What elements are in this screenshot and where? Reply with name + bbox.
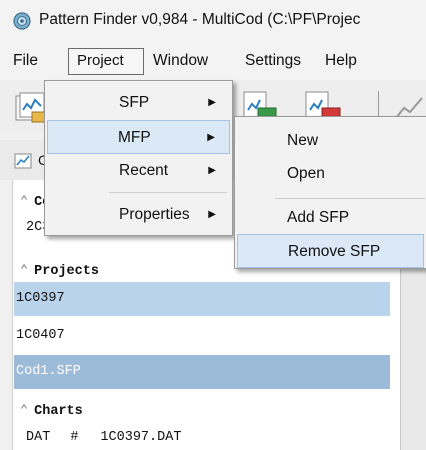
menu-item-label: Recent — [119, 162, 169, 179]
menu-project[interactable]: Project — [68, 48, 144, 75]
projects-section-header[interactable]: ⌃ Projects — [20, 262, 99, 279]
chart-row[interactable]: DAT #1C0397.DAT — [26, 430, 181, 445]
menu-separator — [275, 198, 425, 199]
collapse-chevron-icon[interactable]: ⌃ — [20, 195, 28, 210]
project-row[interactable]: 1C0397 — [14, 282, 390, 316]
submenu-arrow-icon: ▶ — [208, 165, 216, 176]
menu-item-label: MFP — [118, 129, 151, 146]
project-row-label: 1C0397 — [16, 291, 65, 306]
menu-project-label: Project — [77, 52, 124, 69]
chart-type: DAT — [26, 430, 51, 445]
menu-item-add-sfp[interactable]: Add SFP — [237, 201, 424, 235]
menu-separator — [109, 192, 227, 193]
menu-item-new[interactable]: New — [237, 124, 424, 158]
window-title: Pattern Finder v0,984 - MultiCod (C:\PF\… — [39, 11, 361, 28]
project-row-label: 1C0407 — [16, 328, 65, 343]
menu-item-properties[interactable]: Properties ▶ — [47, 198, 230, 232]
menu-item-sfp[interactable]: SFP ▶ — [47, 86, 230, 120]
project-row[interactable]: 1C0407 — [14, 319, 390, 353]
menu-item-label: Add SFP — [287, 209, 350, 226]
submenu-arrow-icon: ▶ — [207, 132, 215, 143]
menu-item-remove-sfp[interactable]: Remove SFP — [237, 234, 424, 268]
project-menu: SFP ▶ MFP ▶ Recent ▶ Properties ▶ — [44, 80, 233, 236]
collapse-chevron-icon[interactable]: ⌃ — [20, 404, 28, 419]
menu-item-label: SFP — [119, 94, 150, 111]
project-row-label: Cod1.SFP — [16, 364, 81, 379]
charts-section-title: Charts — [34, 404, 83, 419]
mfp-submenu: New Open Add SFP Remove SFP — [234, 116, 426, 269]
menu-file[interactable]: File — [13, 52, 38, 70]
menu-item-mfp[interactable]: MFP ▶ — [47, 120, 230, 154]
menu-settings[interactable]: Settings — [245, 52, 301, 70]
menu-item-label: Open — [287, 165, 325, 182]
chart-hash: # — [70, 430, 79, 445]
menu-help[interactable]: Help — [325, 52, 357, 70]
menu-item-open[interactable]: Open — [237, 157, 424, 191]
collapse-chevron-icon[interactable]: ⌃ — [20, 264, 28, 279]
submenu-arrow-icon: ▶ — [208, 97, 216, 108]
menu-item-label: Remove SFP — [288, 243, 381, 260]
menu-item-label: Properties — [119, 206, 190, 223]
project-row[interactable]: Cod1.SFP — [14, 355, 390, 389]
submenu-arrow-icon: ▶ — [208, 209, 216, 220]
title-bar: Pattern Finder v0,984 - MultiCod (C:\PF\… — [0, 0, 426, 42]
pattern-finder-app-icon — [13, 12, 31, 30]
menu-bar: File Project Window Settings Help — [0, 42, 426, 80]
menu-item-label: New — [287, 132, 319, 149]
menu-window[interactable]: Window — [153, 52, 208, 70]
menu-item-recent[interactable]: Recent ▶ — [47, 154, 230, 188]
chart-filename: 1C0397.DAT — [100, 430, 182, 445]
chart-tab-icon — [14, 153, 32, 169]
projects-section-title: Projects — [34, 264, 99, 279]
charts-section-header[interactable]: ⌃ Charts — [20, 402, 83, 419]
